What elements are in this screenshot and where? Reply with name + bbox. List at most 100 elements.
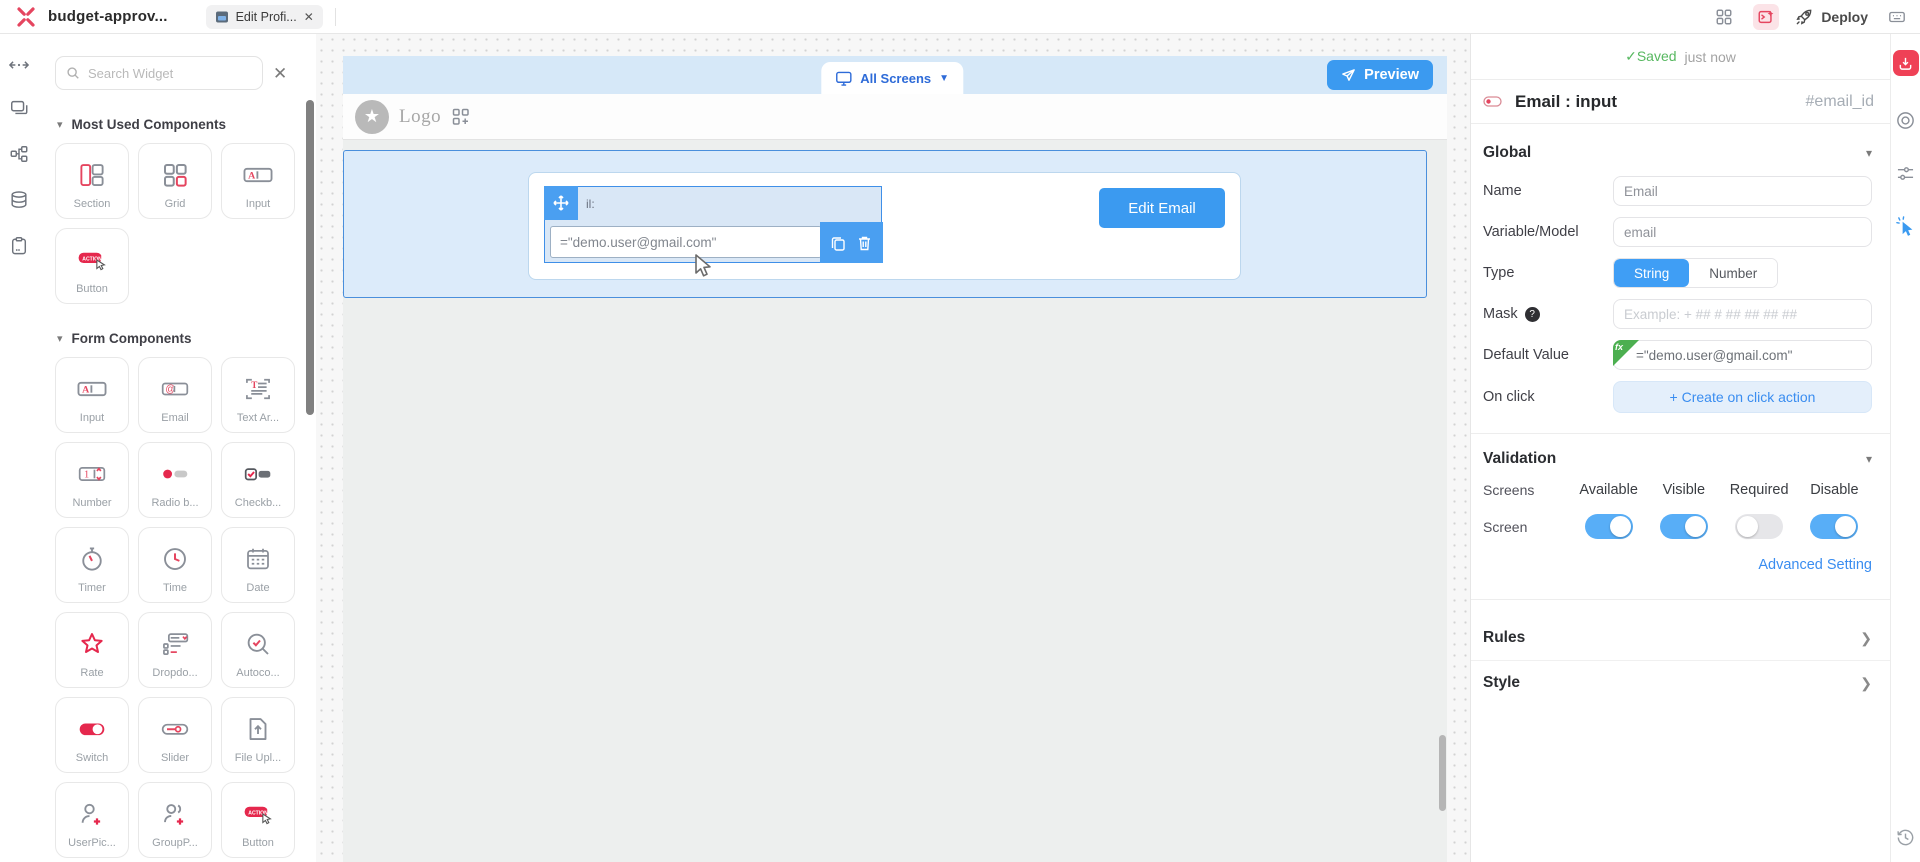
widget-card-dropdown[interactable]: Dropdo... — [138, 612, 212, 688]
card-label: Date — [246, 582, 270, 594]
style-row[interactable]: Style ❯ — [1483, 661, 1872, 705]
drag-handle[interactable] — [543, 185, 578, 220]
default-value-field[interactable] — [1613, 340, 1872, 370]
type-label: Type — [1483, 265, 1515, 281]
row-screen-label: Screen — [1483, 518, 1528, 535]
onclick-label: On click — [1483, 389, 1535, 405]
screen-editor-icon[interactable] — [1753, 3, 1780, 30]
toggle-visible[interactable] — [1659, 514, 1708, 539]
action-button-icon: ACTION — [244, 806, 272, 825]
help-icon[interactable]: ? — [1524, 306, 1540, 322]
mask-field[interactable] — [1613, 299, 1872, 329]
widget-card-button[interactable]: ACTION Button — [221, 782, 295, 858]
history-icon[interactable] — [1895, 827, 1916, 848]
widget-card-textarea[interactable]: T Text Ar... — [221, 357, 295, 433]
widget-card-date[interactable]: Date — [221, 527, 295, 603]
widget-card-radio[interactable]: Radio b... — [138, 442, 212, 518]
chevron-right-icon: ❯ — [1860, 629, 1872, 646]
widget-card-section[interactable]: Section — [55, 143, 129, 219]
validation-section-header[interactable]: Validation ▾ — [1483, 450, 1872, 468]
widget-sidebar: ✕ ▾ Most Used Components Section Grid — [38, 34, 316, 862]
search-icon — [67, 67, 79, 79]
svg-text:A: A — [248, 170, 256, 181]
widget-card-switch[interactable]: Switch — [55, 697, 129, 773]
widget-card-input[interactable]: A Input — [221, 143, 295, 219]
search-input[interactable] — [88, 65, 238, 81]
artboard[interactable]: All Screens ▼ Preview ★ Logo il: ="demo.… — [343, 56, 1447, 862]
app-logo-icon[interactable] — [14, 5, 38, 29]
tab-edit-profile[interactable]: Edit Profi... ✕ — [205, 4, 323, 29]
chevron-down-icon: ▾ — [1865, 146, 1872, 160]
widget-card-autocomplete[interactable]: Autoco... — [221, 612, 295, 688]
widget-header: Email : input #email_id — [1471, 80, 1890, 124]
type-option-string[interactable]: String — [1614, 259, 1690, 287]
svg-text:A: A — [82, 384, 90, 395]
screens-stack-icon[interactable] — [9, 98, 29, 118]
form-section-header[interactable]: ▾ Form Components — [57, 331, 316, 346]
settings-sliders-icon[interactable] — [1896, 165, 1915, 182]
widget-card-number[interactable]: 1 Number — [55, 442, 129, 518]
widget-card-grouppicker[interactable]: GroupP... — [138, 782, 212, 858]
database-icon[interactable] — [9, 190, 29, 210]
widget-card-rate[interactable]: Rate — [55, 612, 129, 688]
deploy-button[interactable]: Deploy — [1795, 7, 1868, 26]
section-icon — [80, 164, 104, 186]
widget-card-email[interactable]: @ Email — [138, 357, 212, 433]
toggle-required[interactable] — [1735, 514, 1784, 539]
selected-form-section[interactable]: il: ="demo.user@gmail.com" Edit Email — [343, 150, 1427, 298]
preview-button[interactable]: Preview — [1327, 60, 1433, 90]
clipboard-icon[interactable] — [10, 236, 28, 256]
rules-row[interactable]: Rules ❯ — [1483, 616, 1872, 660]
selected-email-widget[interactable]: il: ="demo.user@gmail.com" — [543, 185, 883, 263]
widget-card-checkbox[interactable]: Checkb... — [221, 442, 295, 518]
widget-card-fileupload[interactable]: File Upl... — [221, 697, 295, 773]
keyboard-shortcuts-icon[interactable] — [1884, 4, 1910, 30]
most-used-cards: Section Grid A Input ACTION Button — [55, 143, 303, 304]
import-tray-icon[interactable] — [1892, 50, 1919, 76]
email-widget-input[interactable]: ="demo.user@gmail.com" — [550, 226, 822, 258]
type-option-number[interactable]: Number — [1689, 259, 1778, 287]
all-screens-dropdown[interactable]: All Screens ▼ — [821, 62, 964, 94]
ai-cursor-icon[interactable] — [1895, 216, 1916, 237]
tab-close-icon[interactable]: ✕ — [304, 10, 314, 24]
widget-card-time[interactable]: Time — [138, 527, 212, 603]
widget-search[interactable] — [55, 56, 263, 90]
card-label: Timer — [78, 582, 106, 594]
most-used-section-header[interactable]: ▾ Most Used Components — [57, 117, 316, 132]
email-icon: @ — [161, 382, 189, 396]
chevron-down-icon: ▾ — [57, 119, 63, 131]
sidebar-scrollbar[interactable] — [306, 100, 314, 415]
workflow-nodes-icon[interactable] — [9, 144, 29, 164]
duplicate-icon[interactable] — [830, 235, 846, 251]
widget-card-button[interactable]: ACTION Button — [55, 228, 129, 304]
advanced-setting-link[interactable]: Advanced Setting — [1483, 557, 1872, 573]
inspect-eye-icon[interactable] — [1895, 110, 1916, 131]
widget-action-bar — [819, 222, 883, 263]
resize-width-icon[interactable] — [9, 58, 29, 72]
delete-icon[interactable] — [857, 235, 872, 251]
canvas-scrollbar[interactable] — [1439, 735, 1446, 811]
section-title: Form Components — [71, 331, 192, 346]
global-section-header[interactable]: Global ▾ — [1483, 144, 1872, 162]
create-onclick-action-button[interactable]: + Create on click action — [1613, 381, 1872, 413]
col-visible: Visible — [1662, 482, 1706, 498]
toggle-available[interactable] — [1584, 514, 1633, 539]
name-field[interactable] — [1613, 176, 1872, 206]
toggle-disable[interactable] — [1810, 514, 1859, 539]
chevron-down-icon: ▾ — [57, 333, 63, 345]
type-row: Type String Number — [1483, 258, 1872, 288]
artboard-body: il: ="demo.user@gmail.com" Edit Email — [343, 140, 1447, 862]
search-clear-icon[interactable]: ✕ — [273, 65, 287, 82]
widget-card-userpicker[interactable]: UserPic... — [55, 782, 129, 858]
add-component-icon[interactable] — [451, 107, 471, 127]
widget-card-grid[interactable]: Grid — [138, 143, 212, 219]
app-title[interactable]: budget-approv... — [48, 8, 168, 25]
widget-card-input[interactable]: A Input — [55, 357, 129, 433]
widget-card-slider[interactable]: Slider — [138, 697, 212, 773]
edit-email-button[interactable]: Edit Email — [1099, 188, 1225, 228]
form-cards: A Input @ Email T Text Ar... 1 Number Ra… — [55, 357, 303, 858]
form-row-container[interactable]: il: ="demo.user@gmail.com" Edit Email — [528, 172, 1241, 280]
widget-card-timer[interactable]: Timer — [55, 527, 129, 603]
variable-field[interactable] — [1613, 217, 1872, 247]
interface-grid-icon[interactable] — [1711, 4, 1737, 30]
